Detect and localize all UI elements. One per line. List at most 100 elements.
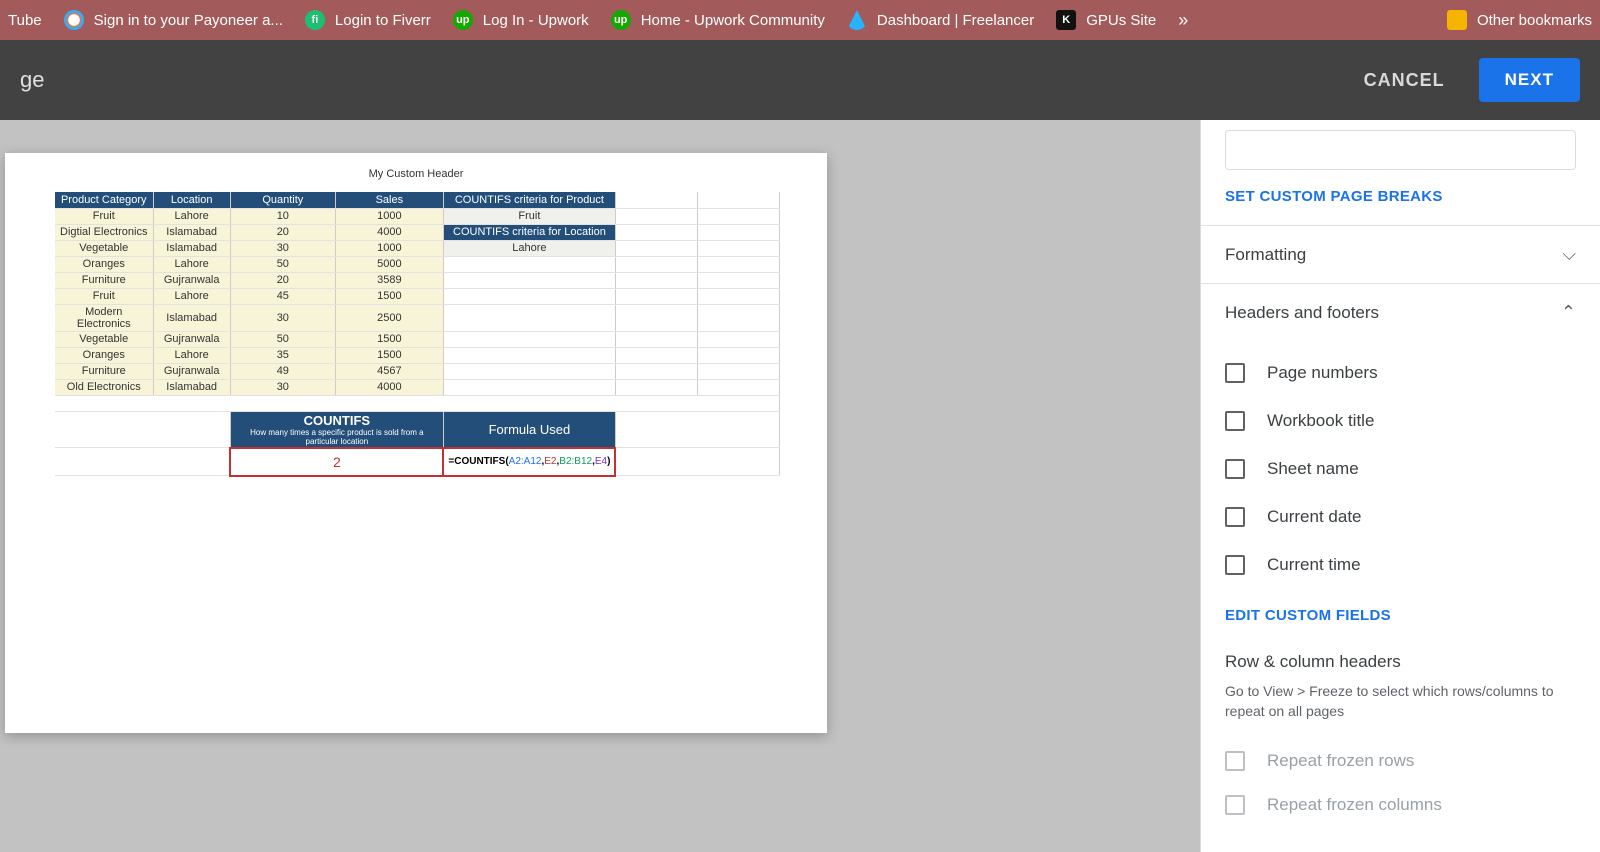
empty-cell [615,192,697,208]
empty-cell [697,208,779,224]
cell-sales: 1500 [335,347,443,363]
check-sheet-name[interactable]: Sheet name [1225,445,1576,493]
empty-cell [443,379,615,395]
empty-cell [697,224,779,240]
cell-category: Oranges [55,347,153,363]
check-repeat-rows: Repeat frozen rows [1201,739,1600,783]
empty-cell [697,272,779,288]
cell-category: Oranges [55,256,153,272]
bookmark-label: Tube [8,12,42,29]
headers-footers-section[interactable]: Headers and footers ⌃ [1201,283,1600,341]
cell-quantity: 30 [230,304,335,331]
empty-cell [615,256,697,272]
check-page-numbers[interactable]: Page numbers [1225,349,1576,397]
bookmark-upwork-login[interactable]: up Log In - Upwork [453,10,589,30]
col-header: COUNTIFS criteria for Product [443,192,615,208]
empty-cell [697,240,779,256]
cell-category: Furniture [55,272,153,288]
set-page-breaks-link[interactable]: SET CUSTOM PAGE BREAKS [1201,188,1600,225]
empty-cell [697,304,779,331]
cell-sales: 1500 [335,288,443,304]
empty-cell [615,240,697,256]
empty-cell [697,331,779,347]
cell-location: Lahore [153,208,230,224]
empty-cell [697,256,779,272]
bookmark-label: Log In - Upwork [483,12,589,29]
bookmark-freelancer[interactable]: Dashboard | Freelancer [847,10,1034,30]
col-header: Location [153,192,230,208]
overflow-icon[interactable]: » [1178,10,1188,31]
cell-location: Islamabad [153,379,230,395]
bookmark-payoneer[interactable]: Sign in to your Payoneer a... [64,10,283,30]
cell-location: Gujranwala [153,363,230,379]
cell-sales: 5000 [335,256,443,272]
bookmark-upwork-community[interactable]: up Home - Upwork Community [611,10,825,30]
empty-cell [443,331,615,347]
empty-cell [615,379,697,395]
table-row: OrangesLahore351500 [55,347,780,363]
cell-quantity: 45 [230,288,335,304]
countifs-cell: COUNTIFS How many times a specific produ… [230,411,443,448]
cell-category: Digtial Electronics [55,224,153,240]
headers-footers-options: Page numbers Workbook title Sheet name C… [1201,341,1600,607]
cell-quantity: 49 [230,363,335,379]
cell-quantity: 30 [230,379,335,395]
checkbox-icon [1225,507,1245,527]
table-row: Old ElectronicsIslamabad304000 [55,379,780,395]
formula-used-header: Formula Used [443,411,615,448]
folder-icon [1447,10,1467,30]
empty-cell [615,224,697,240]
edit-custom-fields-link[interactable]: EDIT CUSTOM FIELDS [1201,607,1600,644]
empty-cell [697,363,779,379]
cancel-button[interactable]: CANCEL [1364,70,1445,91]
checkbox-icon [1225,459,1245,479]
formatting-section[interactable]: Formatting ⌵ [1201,225,1600,283]
chevron-up-icon: ⌃ [1561,302,1576,323]
empty-cell [697,192,779,208]
empty-cell [615,363,697,379]
empty-cell [443,304,615,331]
col-header: Product Category [55,192,153,208]
header-left-text: ge [20,67,44,93]
header-row: Product Category Location Quantity Sales… [55,192,780,208]
bookmark-fiverr[interactable]: fi Login to Fiverr [305,10,431,30]
cell-quantity: 35 [230,347,335,363]
formatting-label: Formatting [1225,245,1306,265]
freeze-help-text: Go to View > Freeze to select which rows… [1201,678,1600,739]
main-area: My Custom Header Product Category Locati… [0,120,1600,852]
check-current-time[interactable]: Current time [1225,541,1576,589]
check-current-date[interactable]: Current date [1225,493,1576,541]
table-row: VegetableGujranwala501500 [55,331,780,347]
bookmark-tube[interactable]: Tube [8,12,42,29]
margins-input[interactable] [1225,130,1576,170]
cell-location: Lahore [153,256,230,272]
countifs-subtitle: How many times a specific product is sol… [235,428,439,446]
criteria-value: Fruit [443,208,615,224]
check-workbook-title[interactable]: Workbook title [1225,397,1576,445]
other-bookmarks[interactable]: Other bookmarks [1447,10,1592,30]
countifs-title: COUNTIFS [235,413,439,428]
table-row: VegetableIslamabad301000Lahore [55,240,780,256]
check-label: Sheet name [1267,459,1359,479]
cell-sales: 1000 [335,240,443,256]
print-preview: My Custom Header Product Category Locati… [0,120,1200,852]
empty-cell [615,272,697,288]
checkbox-icon [1225,363,1245,383]
empty-cell [697,347,779,363]
fiverr-icon: fi [305,10,325,30]
cell-category: Fruit [55,288,153,304]
next-button[interactable]: NEXT [1479,58,1580,102]
cell-category: Fruit [55,208,153,224]
bookmark-gpus[interactable]: K GPUs Site [1056,10,1156,30]
table-row: FruitLahore101000Fruit [55,208,780,224]
other-bookmarks-label: Other bookmarks [1477,12,1592,29]
cell-quantity: 50 [230,331,335,347]
cell-location: Lahore [153,347,230,363]
check-repeat-cols: Repeat frozen columns [1201,783,1600,827]
empty-row [55,395,780,411]
cell-sales: 4000 [335,379,443,395]
empty-cell [443,347,615,363]
empty-cell [615,208,697,224]
check-label: Page numbers [1267,363,1378,383]
page-preview: My Custom Header Product Category Locati… [5,153,827,733]
